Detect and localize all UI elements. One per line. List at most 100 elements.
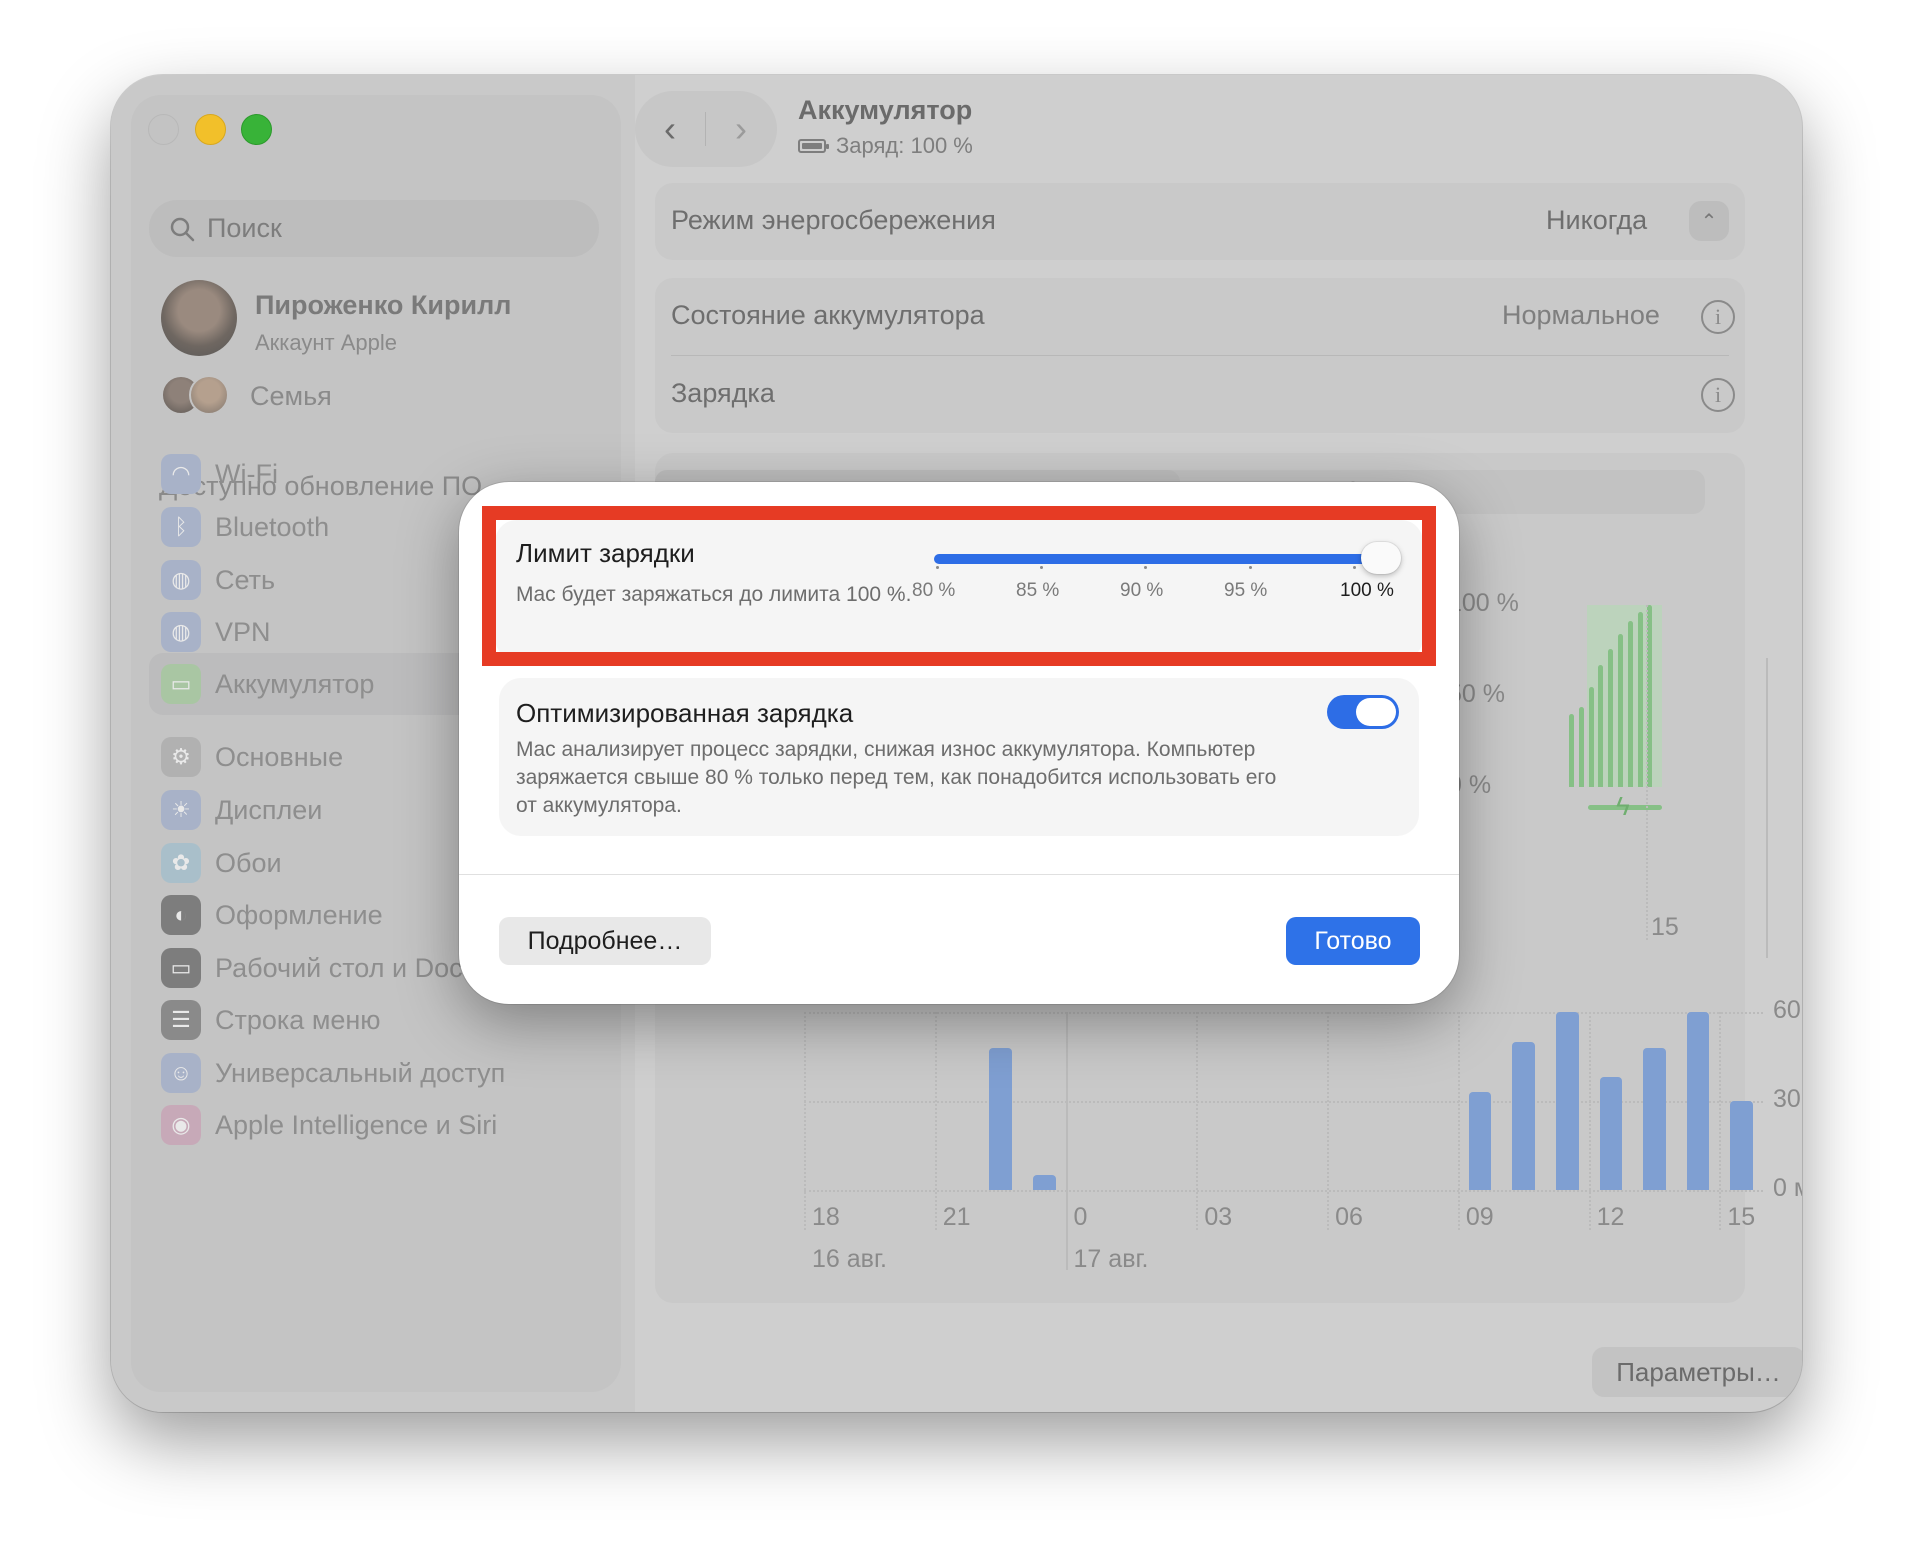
forward-button[interactable]: › [706,108,776,150]
globe-icon: ◍ [161,560,201,600]
minimize-window-button[interactable] [195,114,226,145]
usage-date-label: 16 авг. [812,1245,887,1273]
toggle-knob [1356,698,1396,726]
sidebar-item-label: Bluetooth [215,511,330,542]
family-avatar [189,375,229,415]
nav-buttons: ‹ › [635,91,777,167]
zoom-window-button[interactable] [241,114,272,145]
options-button[interactable]: Параметры… [1592,1347,1802,1397]
account-name: Пироженко Кирилл [255,290,512,320]
power-mode-card: Режим энергосбережения Никогда ⌃ [655,183,1745,260]
usage-x-tick-label: 18 [812,1203,840,1231]
close-window-button[interactable] [148,114,179,145]
row-divider [671,355,1729,356]
search-input[interactable]: Поиск [149,200,599,257]
battery-health-value: Нормальное [1502,300,1660,330]
usage-vertical-gridline [1719,1012,1722,1230]
battery-level-bar [1608,648,1614,787]
usage-x-tick-label: 06 [1335,1203,1363,1231]
usage-vertical-gridline [1196,1012,1199,1230]
siri-icon: ◉ [161,1105,201,1145]
usage-axis-label: 30 мин [1773,1085,1802,1113]
optimized-charging-card: Оптимизированная зарядка Mac анализирует… [499,678,1419,836]
screen-usage-bar [1512,1041,1535,1190]
highlight-box [482,506,1436,666]
usage-vertical-gridline [1457,1012,1460,1230]
sidebar-item-label: Apple Intelligence и Siri [215,1109,498,1140]
usage-vertical-gridline [1065,1012,1068,1270]
usage-vertical-gridline [1327,1012,1330,1230]
gear-icon: ⚙ [161,737,201,777]
battery-level-bar [1637,612,1643,787]
battery-icon [798,139,829,153]
screen-usage-bar [1032,1175,1056,1190]
power-mode-label: Режим энергосбережения [671,205,996,235]
usage-gridline [804,1012,1763,1014]
battery-level-bar [1588,686,1594,787]
screen-usage-bar [1643,1047,1666,1190]
screen-usage-bar [1555,1012,1579,1190]
page-title: Аккумулятор [798,95,973,125]
screen-usage-bar [1599,1077,1623,1190]
done-button[interactable]: Готово [1286,917,1420,965]
screen-usage-bar [1686,1012,1710,1190]
family-label: Семья [250,381,332,411]
usage-date-label: 17 авг. [1073,1245,1149,1273]
usage-vertical-gridline [804,1012,806,1230]
sidebar-item-label: Обои [215,847,282,878]
sidebar-item-label: Аккумулятор [215,668,375,699]
search-placeholder: Поиск [207,213,282,243]
avatar [161,280,237,356]
menu-bar-icon: ☰ [161,1000,201,1040]
appearance-icon: ◐ [161,895,201,935]
battery-level-bar [1627,621,1633,787]
sidebar-item-label: Дисплеи [215,794,323,825]
usage-x-tick-label: 03 [1204,1203,1233,1231]
sidebar-item-siri[interactable]: ◉ Apple Intelligence и Siri [149,1094,609,1156]
charging-info-icon[interactable]: i [1701,378,1735,412]
screen-usage-bar [1468,1092,1492,1190]
account-subtitle: Аккаунт Apple [255,330,398,355]
optimized-charging-title: Оптимизированная зарядка [516,698,854,728]
usage-vertical-gridline [1588,1012,1591,1230]
level-x-tick-label: 15 [1651,913,1679,941]
usage-vertical-gridline [934,1012,937,1230]
wifi-icon: ◠ [161,454,201,494]
sidebar-item-label: Сеть [215,564,276,595]
sidebar-item-label: Основные [215,741,344,772]
sheet-divider [459,874,1459,875]
sidebar-item-label: Универсальный доступ [215,1057,506,1088]
sun-icon: ☀ [161,790,201,830]
back-button[interactable]: ‹ [635,108,705,150]
usage-axis-label: 60 мин [1773,996,1802,1024]
battery-icon: ▭ [161,664,201,704]
charge-level-text: Заряд: 100 % [836,133,973,158]
sidebar-item-label: Wi-Fi [215,458,278,489]
health-info-icon[interactable]: i [1701,300,1735,334]
page-subtitle: Заряд: 100 % [798,133,973,159]
charging-bolt-icon: ϟ [1616,791,1630,821]
battery-level-bar [1598,665,1604,787]
battery-health-label: Состояние аккумулятора [671,300,985,330]
screen-usage-bar [989,1047,1012,1190]
search-icon [170,217,195,241]
power-mode-value[interactable]: Никогда [1546,205,1647,236]
sidebar-item-label: Оформление [215,899,383,930]
battery-level-bar [1618,634,1623,787]
optimized-charging-description: Mac анализирует процесс зарядки, снижая … [516,738,1277,817]
usage-x-tick-label: 21 [942,1203,971,1231]
sidebar-item-label: Строка меню [215,1004,381,1035]
more-info-button[interactable]: Подробнее… [499,917,711,965]
bluetooth-icon: ᛒ [161,507,201,547]
vpn-globe-icon: ◍ [161,612,201,652]
optimized-charging-toggle[interactable] [1327,695,1399,729]
usage-x-tick-label: 15 [1727,1203,1756,1231]
battery-level-bar [1647,605,1653,787]
level-axis-line [1766,658,1768,958]
usage-x-tick-label: 12 [1596,1203,1625,1231]
usage-gridline [804,1190,1763,1192]
charging-label: Зарядка [671,378,775,408]
accessibility-icon: ☺ [161,1053,201,1093]
popup-stepper-icon[interactable]: ⌃ [1689,201,1729,241]
battery-level-bar [1569,714,1574,787]
